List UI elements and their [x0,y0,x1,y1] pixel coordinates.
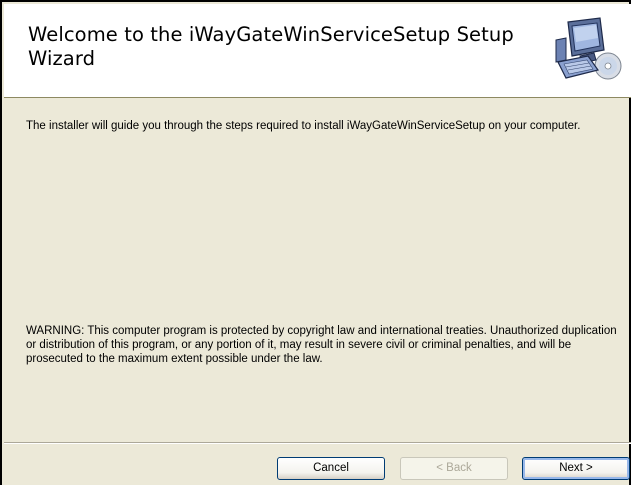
content-area: The installer will guide you through the… [4,98,631,438]
footer-separator [4,442,631,444]
installer-window: Welcome to the iWayGateWinServiceSetup S… [0,0,631,485]
copyright-warning-text: WARNING: This computer program is protec… [26,325,617,365]
wizard-title: Welcome to the iWayGateWinServiceSetup S… [28,23,514,70]
back-button[interactable]: < Back [400,457,508,480]
computer-setup-icon [554,16,622,84]
next-button[interactable]: Next > [522,457,630,480]
header-banner: Welcome to the iWayGateWinServiceSetup S… [4,4,631,98]
intro-text: The installer will guide you through the… [26,120,581,132]
cancel-button[interactable]: Cancel [277,457,385,480]
